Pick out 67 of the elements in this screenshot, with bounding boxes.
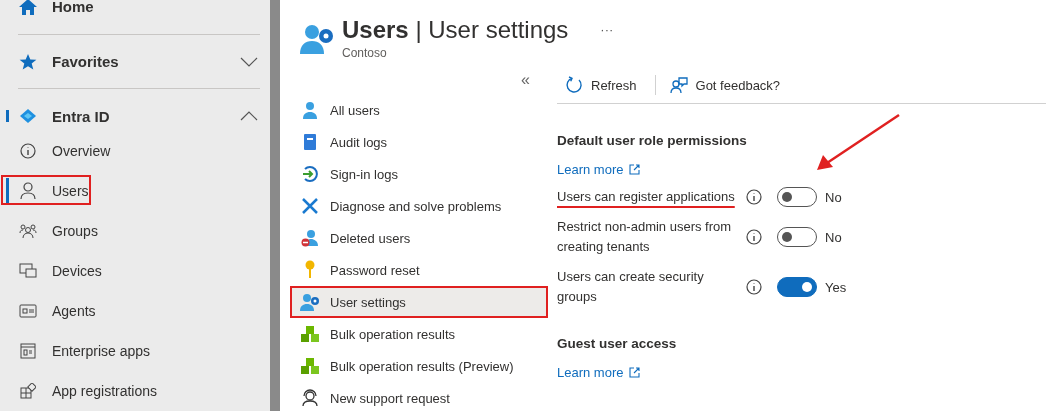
person-remove-icon xyxy=(301,229,319,247)
nav-item[interactable]: Users xyxy=(6,171,270,211)
menu-item[interactable]: User settings xyxy=(290,286,548,318)
person-icon xyxy=(301,101,319,119)
person-gear-icon xyxy=(300,24,334,54)
toggle-state: No xyxy=(825,189,842,205)
info-icon xyxy=(20,143,36,159)
nav-item[interactable]: Groups xyxy=(6,211,270,251)
setting-label: Users can register applications xyxy=(557,188,736,206)
devices-icon xyxy=(19,263,37,279)
info-icon xyxy=(746,189,762,205)
nav-item[interactable]: Overview xyxy=(6,131,270,171)
nav-link[interactable]: Home xyxy=(52,0,94,16)
cubes-icon xyxy=(300,357,320,375)
menu-item[interactable]: Diagnose and solve problems xyxy=(290,190,548,222)
app-window-icon xyxy=(20,343,36,359)
menu-item[interactable]: New support request xyxy=(290,382,548,411)
toggle-state: No xyxy=(825,229,842,245)
menu-item[interactable]: All users xyxy=(290,94,548,126)
toggle-switch[interactable] xyxy=(777,227,817,247)
grid-icon xyxy=(20,383,36,399)
sign-in-icon xyxy=(301,165,319,183)
cubes-icon xyxy=(300,325,320,343)
setting-label: Restrict non-admin users from creating tenants xyxy=(557,218,733,256)
nav-item[interactable]: App registrations xyxy=(6,371,270,411)
info-icon xyxy=(746,279,762,295)
learn-more-link[interactable]: Learn more xyxy=(557,162,624,177)
info-icon xyxy=(746,229,762,245)
person-gear-icon xyxy=(300,293,320,311)
nav-item[interactable]: Agents xyxy=(6,291,270,331)
person-icon xyxy=(20,182,36,200)
toggle-switch[interactable] xyxy=(777,187,817,207)
star-icon xyxy=(19,52,37,71)
menu-item[interactable]: Password reset xyxy=(290,254,548,286)
nav-section[interactable]: Entra ID xyxy=(52,107,110,125)
nav-item[interactable]: Devices xyxy=(6,251,270,291)
section-heading: Default user role permissions xyxy=(557,133,748,148)
refresh-icon xyxy=(565,76,583,94)
people-icon xyxy=(19,223,37,239)
id-card-icon xyxy=(19,304,37,318)
toolbar-button[interactable]: Got feedback? xyxy=(661,76,789,94)
section-heading: Guest user access xyxy=(557,336,678,351)
collapse-button[interactable]: « xyxy=(521,71,530,89)
page-subtitle: Contoso xyxy=(342,46,388,60)
external-link-icon xyxy=(629,367,641,378)
page-title: Users | User settings xyxy=(342,16,569,44)
headset-icon xyxy=(301,389,319,407)
toolbar-button[interactable]: Refresh xyxy=(557,76,645,94)
more-button[interactable]: ··· xyxy=(600,16,614,44)
nav-item[interactable]: Enterprise apps xyxy=(6,331,270,371)
feedback-icon xyxy=(669,76,688,94)
menu-item[interactable]: Audit logs xyxy=(290,126,548,158)
menu-item[interactable]: Deleted users xyxy=(290,222,548,254)
setting-label: Users can create security groups xyxy=(557,268,705,306)
external-link-icon xyxy=(629,164,641,175)
diamond-icon xyxy=(19,108,37,125)
menu-item[interactable]: Bulk operation results (Preview) xyxy=(290,350,548,382)
learn-more-link[interactable]: Learn more xyxy=(557,365,624,380)
chevron-down-icon[interactable] xyxy=(240,56,258,67)
nav-section[interactable]: Favorites xyxy=(52,53,119,70)
home-icon xyxy=(18,0,38,17)
toggle-switch[interactable] xyxy=(777,277,817,297)
menu-item[interactable]: Sign-in logs xyxy=(290,158,548,190)
book-icon xyxy=(302,133,318,151)
chevron-up-icon[interactable] xyxy=(240,111,258,122)
toggle-state: Yes xyxy=(825,279,847,295)
menu-item[interactable]: Bulk operation results xyxy=(290,318,548,350)
